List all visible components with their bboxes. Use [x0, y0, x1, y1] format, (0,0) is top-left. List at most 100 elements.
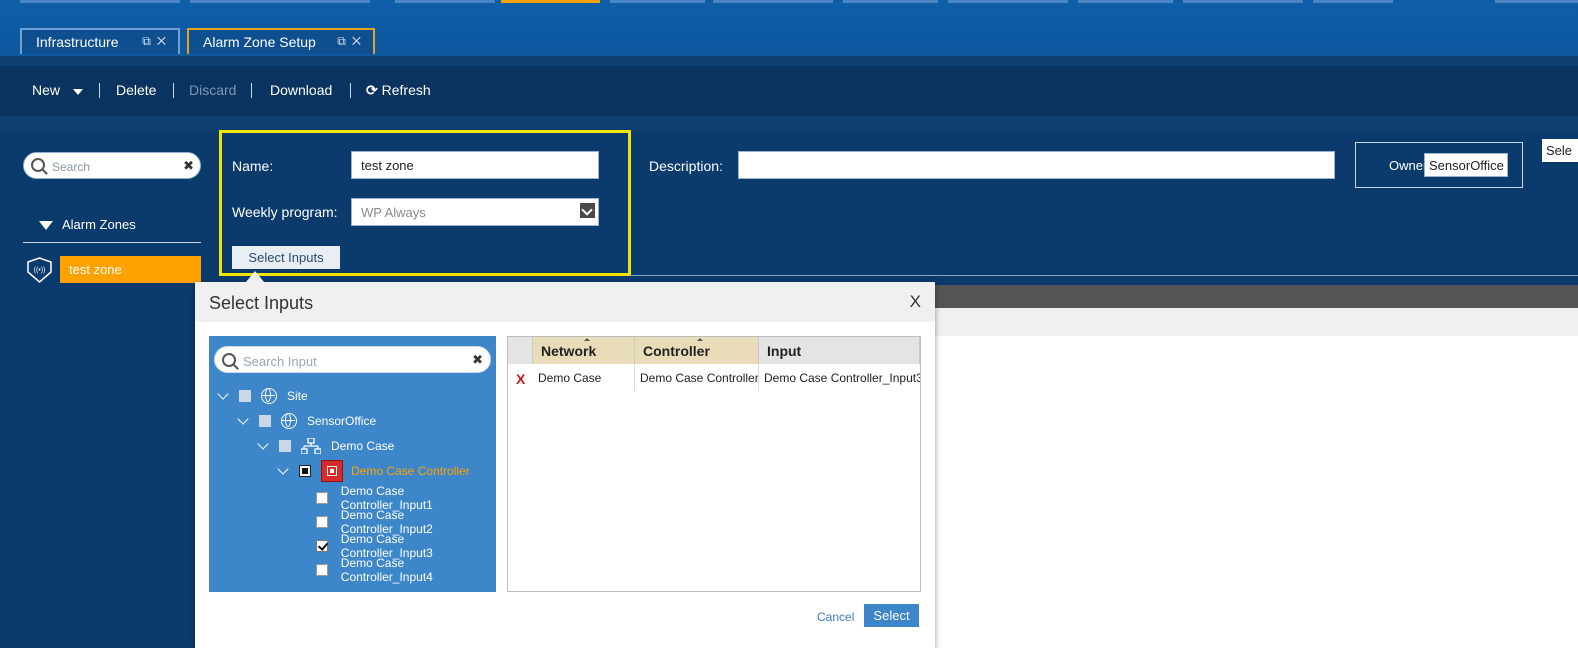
- tree-node-site[interactable]: Site: [217, 386, 308, 406]
- divider: [630, 275, 1578, 276]
- grid-header-blank: [508, 337, 533, 364]
- top-strip: [843, 0, 938, 3]
- top-strip: [1183, 0, 1303, 3]
- column-header-network[interactable]: Network: [533, 337, 635, 364]
- select-inputs-button[interactable]: Select Inputs: [232, 246, 340, 269]
- toolbar-separator: [350, 83, 351, 98]
- table-cell-controller: Demo Case Controller: [635, 365, 759, 391]
- close-icon[interactable]: ✕: [157, 34, 172, 48]
- owner-group: Owner SensorOffice: [1355, 142, 1523, 188]
- select-button-partial[interactable]: Sele: [1542, 139, 1578, 162]
- dialog-caret: [246, 271, 264, 282]
- tree-node-input2[interactable]: Demo Case Controller_Input2: [316, 508, 496, 536]
- checkbox-partial[interactable]: [299, 465, 311, 477]
- alarm-zones-header[interactable]: Alarm Zones: [23, 214, 201, 243]
- cancel-button[interactable]: Cancel: [817, 610, 854, 624]
- column-header-input[interactable]: Input: [759, 337, 920, 364]
- description-label: Description:: [649, 158, 723, 174]
- globe-icon: [281, 413, 297, 429]
- sort-icon: [583, 338, 590, 341]
- search-icon: [31, 158, 45, 172]
- checkbox[interactable]: [316, 492, 328, 504]
- top-strip: [713, 0, 833, 3]
- dialog-title: Select Inputs: [209, 293, 314, 313]
- top-strip: [1078, 0, 1173, 3]
- tree-node-input3[interactable]: Demo Case Controller_Input3: [316, 532, 496, 560]
- tab-controls[interactable]: ⧉✕: [337, 34, 367, 49]
- search-icon: [222, 353, 236, 367]
- clear-icon[interactable]: ✖: [472, 352, 483, 368]
- new-button[interactable]: New: [32, 82, 60, 98]
- grid-strip: [935, 308, 1578, 336]
- network-icon: [300, 437, 322, 455]
- checkbox[interactable]: [316, 516, 328, 528]
- clear-icon[interactable]: ✖: [183, 158, 194, 174]
- sort-icon: [696, 338, 703, 341]
- close-button[interactable]: X: [910, 292, 921, 312]
- download-button[interactable]: Download: [270, 82, 332, 98]
- top-strip-active: [501, 0, 600, 3]
- chevron-down-icon[interactable]: [73, 89, 83, 95]
- globe-icon: [261, 388, 277, 404]
- chevron-down-icon[interactable]: [580, 203, 595, 218]
- top-strip: [395, 0, 495, 3]
- chevron-down-icon[interactable]: [257, 438, 269, 450]
- name-field[interactable]: test zone: [351, 151, 599, 179]
- weekly-program-select[interactable]: WP Always: [351, 198, 599, 226]
- discard-button[interactable]: Discard: [189, 82, 236, 98]
- grid-area: [935, 308, 1578, 648]
- table-cell-network: Demo Case: [533, 365, 635, 391]
- tab-label: Alarm Zone Setup: [203, 34, 316, 50]
- popout-icon[interactable]: ⧉: [337, 34, 352, 48]
- top-strip: [1495, 0, 1578, 3]
- tree-node-demo-case-controller[interactable]: Demo Case Controller: [277, 460, 470, 482]
- alarm-zone-icon: ((•)): [25, 257, 54, 283]
- tree-node-demo-case[interactable]: Demo Case: [257, 436, 394, 456]
- refresh-button[interactable]: ⟳ Refresh: [366, 82, 431, 99]
- checkbox[interactable]: [259, 415, 271, 427]
- collapse-icon[interactable]: [39, 221, 53, 230]
- chevron-down-icon[interactable]: [237, 413, 249, 425]
- tree-node-input4[interactable]: Demo Case Controller_Input4: [316, 556, 496, 584]
- dialog-header: Select Inputs X: [195, 271, 935, 322]
- tab-label: Infrastructure: [36, 34, 119, 50]
- select-inputs-dialog: Select Inputs X Search Input ✖ Site Sens…: [195, 271, 935, 648]
- tree-node-sensoroffice[interactable]: SensorOffice: [237, 411, 376, 431]
- section-label: Alarm Zones: [62, 217, 136, 232]
- tree-node-input1[interactable]: Demo Case Controller_Input1: [316, 484, 496, 512]
- table-cell-input: Demo Case Controller_Input3: [764, 371, 920, 385]
- toolbar-separator: [99, 83, 100, 98]
- tree-search-input[interactable]: Search Input ✖: [214, 346, 491, 373]
- popout-icon[interactable]: ⧉: [142, 34, 157, 48]
- input-tree: Search Input ✖ Site SensorOffice Demo Ca…: [209, 336, 496, 592]
- toolbar-separator: [173, 83, 174, 98]
- chevron-down-icon[interactable]: [277, 463, 289, 475]
- selected-inputs-grid: Network Controller Input X Demo Case Dem…: [507, 336, 921, 592]
- close-icon[interactable]: ✕: [352, 34, 367, 48]
- top-strip: [190, 0, 370, 3]
- tab-alarm-zone-setup[interactable]: Alarm Zone Setup ⧉✕: [187, 28, 375, 54]
- delete-button[interactable]: Delete: [116, 82, 156, 98]
- search-placeholder: Search: [52, 160, 91, 174]
- checkbox[interactable]: [316, 564, 328, 576]
- sidebar-item-test-zone[interactable]: test zone: [60, 256, 201, 283]
- chevron-down-icon[interactable]: [217, 388, 229, 400]
- description-field[interactable]: [738, 151, 1335, 179]
- select-button[interactable]: Select: [864, 604, 919, 627]
- owner-field[interactable]: SensorOffice: [1424, 153, 1508, 177]
- sidebar-search-input[interactable]: Search ✖: [23, 152, 201, 179]
- grid-header-bar: [935, 285, 1578, 308]
- checkbox[interactable]: [279, 440, 291, 452]
- top-strip: [610, 0, 705, 3]
- toolbar: [0, 66, 1578, 116]
- column-header-controller[interactable]: Controller: [635, 337, 759, 364]
- checkbox[interactable]: [239, 390, 251, 402]
- name-label: Name:: [232, 158, 274, 174]
- tab-infrastructure[interactable]: Infrastructure ⧉✕: [20, 28, 180, 54]
- checkbox-checked[interactable]: [316, 540, 328, 552]
- top-strip: [1313, 0, 1393, 3]
- top-strip: [948, 0, 1068, 3]
- tab-controls[interactable]: ⧉✕: [142, 34, 172, 49]
- owner-label: Owner: [1389, 158, 1428, 173]
- remove-row-button[interactable]: X: [516, 371, 525, 387]
